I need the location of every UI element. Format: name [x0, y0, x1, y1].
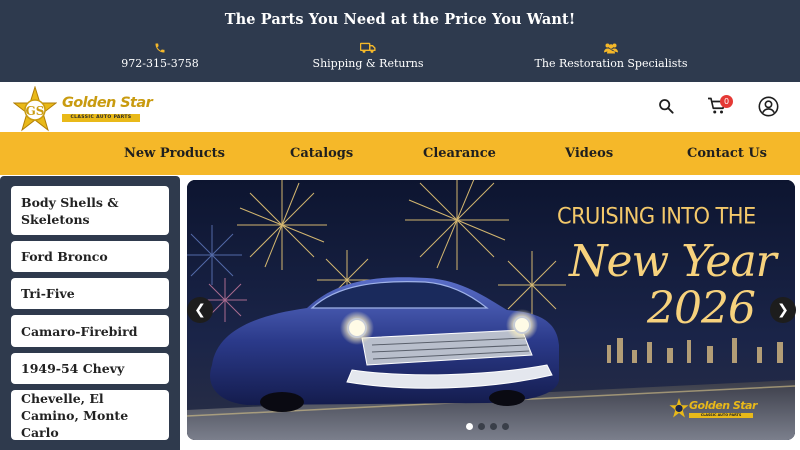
logo-star-icon: GS: [12, 85, 58, 132]
cart-count-badge: 0: [720, 95, 733, 108]
hero-golden-star-logo: Golden Star CLASSIC AUTO PARTS: [669, 396, 759, 426]
category-sidebar: Body Shells & Skeletons Ford Bronco Tri-…: [0, 176, 180, 450]
phone-link[interactable]: 972-315-3758: [60, 42, 260, 70]
account-button[interactable]: [757, 94, 779, 118]
top-info-bar: The Parts You Need at the Price You Want…: [0, 0, 800, 82]
hero-logo-star-icon: [669, 398, 689, 418]
tagline: The Parts You Need at the Price You Want…: [224, 11, 576, 28]
phone-icon: [60, 42, 260, 56]
golden-star-logo[interactable]: GS Golden Star CLASSIC AUTO PARTS: [12, 85, 153, 132]
site-header: GS Golden Star CLASSIC AUTO PARTS: [0, 82, 800, 132]
phone-number: 972-315-3758: [121, 57, 199, 70]
slideshow-next-button[interactable]: ❯: [770, 297, 796, 323]
nav-contact-us[interactable]: Contact Us: [687, 132, 767, 175]
restoration-specialists-link[interactable]: The Restoration Specialists: [511, 42, 711, 70]
slide-dot-4[interactable]: [502, 423, 509, 430]
main-nav: New Products Catalogs Clearance Videos C…: [0, 132, 800, 175]
nav-videos[interactable]: Videos: [565, 132, 613, 175]
search-button[interactable]: [655, 94, 677, 118]
hero-headline-line3: 2026: [647, 283, 756, 334]
nav-new-products[interactable]: New Products: [124, 132, 225, 175]
hero-headline-line1: CRUISING INTO THE: [557, 203, 756, 229]
sidebar-item-camaro-firebird[interactable]: Camaro-Firebird: [11, 315, 169, 347]
sidebar-item-1949-54-chevy[interactable]: 1949-54 Chevy: [11, 353, 169, 384]
slide-dot-1[interactable]: [466, 423, 473, 430]
truck-icon: [268, 42, 468, 56]
slide-dot-3[interactable]: [490, 423, 497, 430]
svg-text:GS: GS: [26, 104, 45, 118]
logo-text: Golden Star: [62, 95, 153, 111]
people-icon: [511, 42, 711, 56]
sidebar-item-ford-bronco[interactable]: Ford Bronco: [11, 241, 169, 272]
hero-slideshow[interactable]: CRUISING INTO THE New Year 2026 Golden S…: [187, 180, 795, 440]
sidebar-item-tri-five[interactable]: Tri-Five: [11, 278, 169, 309]
restoration-specialists-label: The Restoration Specialists: [534, 57, 688, 70]
logo-subtitle: CLASSIC AUTO PARTS: [62, 114, 140, 122]
sidebar-item-body-shells[interactable]: Body Shells & Skeletons: [11, 186, 169, 235]
slideshow-dots: [466, 423, 509, 431]
hero-headline-line2: New Year: [569, 236, 777, 287]
shipping-returns-link[interactable]: Shipping & Returns: [268, 42, 468, 70]
sidebar-item-chevelle[interactable]: Chevelle, El Camino, Monte Carlo: [11, 390, 169, 440]
shipping-returns-label: Shipping & Returns: [312, 57, 424, 70]
hero-logo-text: Golden Star: [689, 399, 757, 412]
hero-logo-subtitle: CLASSIC AUTO PARTS: [689, 413, 753, 418]
user-icon: [758, 96, 778, 116]
slideshow-prev-button[interactable]: ❮: [187, 297, 213, 323]
nav-catalogs[interactable]: Catalogs: [290, 132, 353, 175]
nav-clearance[interactable]: Clearance: [423, 132, 496, 175]
slide-dot-2[interactable]: [478, 423, 485, 430]
search-icon: [659, 99, 674, 114]
